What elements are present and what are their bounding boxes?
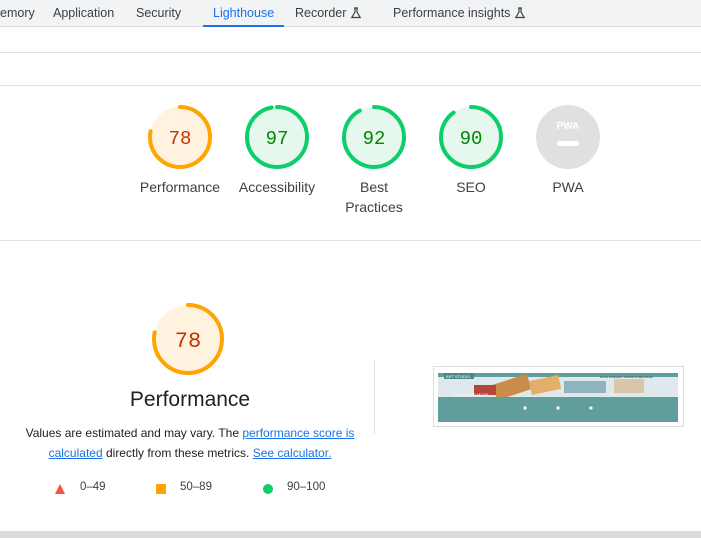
score-value: 97 [266,128,289,150]
gauge-seo[interactable]: 90 SEO [421,104,521,197]
score-gauge-ring: 78 [148,105,212,169]
performance-gauge-large: 78 [150,301,230,382]
gauge-label: SEO [456,179,486,195]
divider [374,360,375,434]
legend-average: 50–89 [156,481,212,494]
divider [0,52,701,53]
flask-icon [514,2,526,29]
gauge-best-practices[interactable]: 92 Best Practices [324,104,424,217]
score-value: 92 [363,128,386,150]
page-screenshot-image: ART STUDIO Home Inspiration Tutorial Con… [434,367,683,426]
gauge-label: Performance [139,179,221,195]
triangle-icon [55,484,65,494]
category-description: Values are estimated and may vary. The p… [25,426,355,460]
score-gauge-ring: 92 [342,105,406,169]
score-value: 78 [169,128,192,150]
pwa-badge-icon: PWA [536,105,600,169]
flask-icon [350,2,362,29]
legend-fail: 0–49 [55,481,106,494]
tab-memory[interactable]: emory [0,0,35,27]
score-gauge-ring: 78 [152,303,224,375]
tab-performance-insights[interactable]: Performance insights [393,0,526,27]
tab-recorder[interactable]: Recorder [295,0,362,27]
legend-pass: 90–100 [263,481,325,494]
gauge-pwa[interactable]: PWA PWA [518,104,618,197]
tab-lighthouse[interactable]: Lighthouse [203,0,285,27]
square-icon [156,484,166,494]
svg-text:PWA: PWA [557,121,580,132]
divider [0,240,701,241]
svg-text:FIND YOUR MUSE: FIND YOUR MUSE [454,392,489,397]
circle-icon [263,484,273,494]
score-gauge-ring: 90 [439,105,503,169]
svg-text:ART STUDIO: ART STUDIO [446,374,470,379]
gauge-label: PWA [552,179,584,195]
score-value: 90 [460,128,483,150]
gauge-performance[interactable]: 78 Performance [130,104,230,197]
horizontal-scrollbar[interactable] [0,531,701,538]
score-value: 78 [175,329,201,354]
divider [0,85,701,86]
gauge-label: Accessibility [238,179,316,195]
devtools-tab-bar: emory Application Security Lighthouse Re… [0,0,701,27]
category-title: Performance [129,388,251,411]
tab-security[interactable]: Security [136,0,181,27]
tab-application[interactable]: Application [53,0,114,27]
gauge-accessibility[interactable]: 97 Accessibility [227,104,327,197]
score-gauge-ring: 97 [245,105,309,169]
final-screenshot-thumbnail[interactable]: ART STUDIO Home Inspiration Tutorial Con… [433,366,684,427]
see-calculator-link[interactable]: See calculator. [253,446,332,460]
gauge-label: Best Practices [345,179,403,215]
svg-text:Home Inspiration Tutorial C: Home Inspiration Tutorial Contact About [600,375,653,379]
